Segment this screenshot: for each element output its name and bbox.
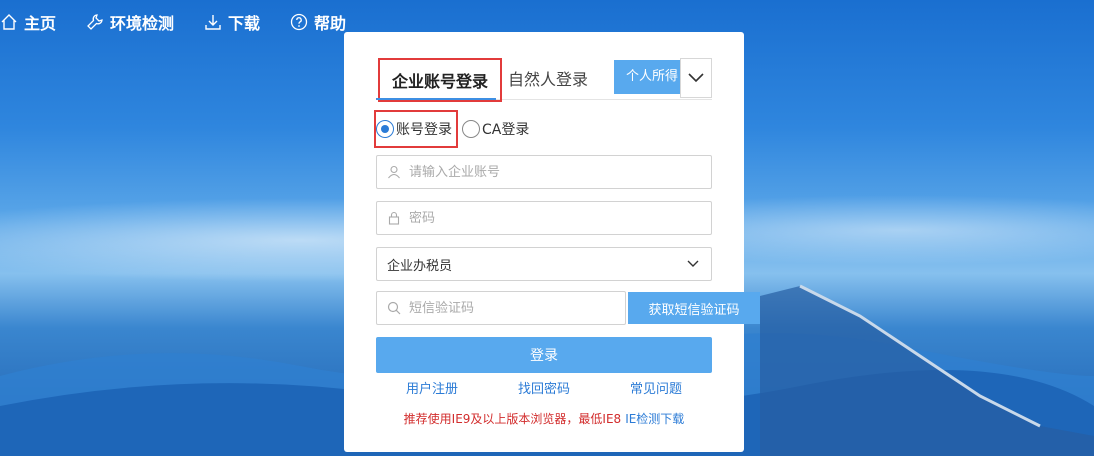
browser-notice: 推荐使用IE9及以上版本浏览器，最低IE8 IE检测下载 [344,410,744,427]
nav-help[interactable]: 帮助 [290,10,346,34]
radio-unchecked-icon [462,120,480,138]
radio-account-login[interactable]: 账号登录 [376,119,452,139]
user-icon [388,165,400,179]
login-tabs: 企业账号登录 自然人登录 个人所得 [376,58,712,102]
radio-ca-login[interactable]: CA登录 [462,119,529,139]
nav-env-check-label: 环境检测 [110,14,175,33]
lock-icon [388,211,400,225]
login-button[interactable]: 登录 [376,337,712,373]
help-icon [290,13,308,31]
download-icon [205,15,221,30]
tab-enterprise-login[interactable]: 企业账号登录 [378,58,502,102]
get-sms-code-button[interactable]: 获取短信验证码 [628,292,760,324]
radio-account-label: 账号登录 [396,122,452,138]
account-field [376,155,712,189]
tab-personal-income[interactable]: 个人所得 [614,60,684,94]
sms-code-input[interactable] [409,293,625,323]
login-panel: 企业账号登录 自然人登录 个人所得 账号登录 CA登录 企业办税员 获取短信验证 [344,32,760,452]
wrench-icon [87,14,103,30]
nav-download-label: 下载 [228,14,261,33]
login-method-radios: 账号登录 CA登录 [374,110,539,148]
tab-natural-person-login[interactable]: 自然人登录 [508,62,588,98]
home-icon [1,14,17,30]
password-input[interactable] [409,203,711,233]
top-nav: 主页 环境检测 下载 帮助 [0,0,376,44]
role-select-value: 企业办税员 [387,258,453,274]
nav-home[interactable]: 主页 [0,10,56,34]
chevron-down-icon [688,73,704,83]
help-links: 用户注册 找回密码 常见问题 [376,378,712,397]
radio-ca-label: CA登录 [482,122,530,138]
ie-check-download-link[interactable]: IE检测下载 [625,412,684,426]
browser-notice-text: 推荐使用IE9及以上版本浏览器，最低IE8 [403,412,622,426]
chevron-down-icon [687,260,699,267]
sms-code-field [376,291,626,325]
faq-link[interactable]: 常见问题 [630,378,682,397]
nav-home-label: 主页 [24,14,57,33]
search-icon [387,301,401,315]
role-select[interactable]: 企业办税员 [376,247,712,281]
account-input[interactable] [409,157,711,187]
register-link[interactable]: 用户注册 [406,378,458,397]
nav-download[interactable]: 下载 [204,10,260,34]
radio-checked-icon [376,120,394,138]
password-field [376,201,712,235]
nav-help-label: 帮助 [314,14,347,33]
active-tab-indicator [376,98,496,100]
recover-password-link[interactable]: 找回密码 [518,378,570,397]
tab-more-dropdown[interactable] [680,58,712,98]
nav-env-check[interactable]: 环境检测 [86,10,174,34]
